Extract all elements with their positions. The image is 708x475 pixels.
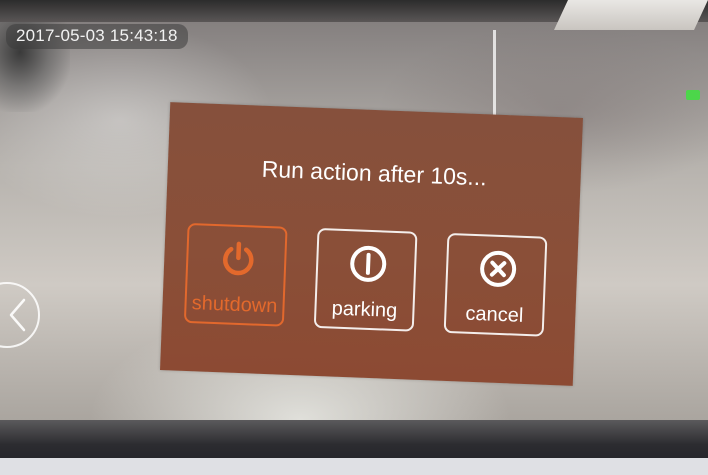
action-dialog: Run action after 10s... shutdown parking… (160, 102, 583, 386)
chevron-left-icon (9, 298, 26, 332)
cancel-button[interactable]: cancel (443, 232, 548, 337)
parking-icon (350, 245, 387, 282)
top-bezel-highlight (554, 0, 708, 30)
parking-button[interactable]: parking (313, 227, 418, 332)
camera-screen: 2017-05-03 15:43:18 Run action after 10s… (0, 0, 708, 475)
cancel-label: cancel (465, 302, 524, 327)
shutdown-button[interactable]: shutdown (183, 222, 288, 327)
status-led-indicator (686, 90, 700, 100)
shutdown-label: shutdown (191, 292, 278, 318)
dialog-title: Run action after 10s... (261, 155, 488, 191)
parking-label: parking (331, 297, 398, 323)
back-button[interactable] (0, 282, 40, 348)
timestamp: 2017-05-03 15:43:18 (6, 24, 188, 49)
power-icon (223, 241, 254, 276)
close-icon (480, 250, 517, 287)
bottom-background (0, 458, 708, 475)
